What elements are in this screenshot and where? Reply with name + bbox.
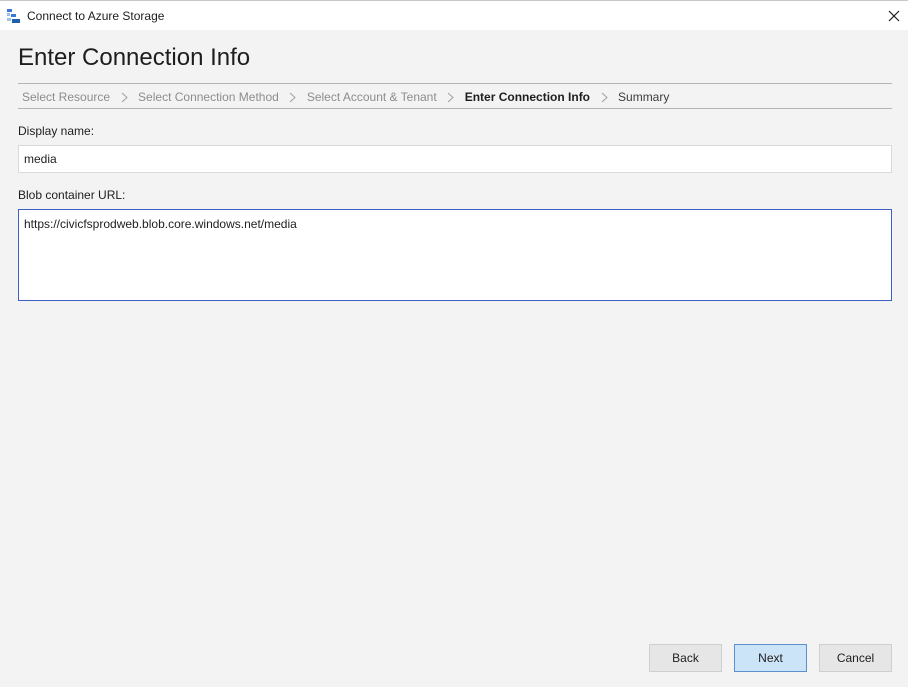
chevron-right-icon bbox=[279, 92, 307, 103]
blob-container-url-input[interactable]: https://civicfsprodweb.blob.core.windows… bbox=[18, 209, 892, 301]
close-button[interactable] bbox=[880, 1, 908, 30]
page-title: Enter Connection Info bbox=[18, 44, 251, 71]
display-name-label: Display name: bbox=[18, 124, 95, 138]
blob-container-url-label: Blob container URL: bbox=[18, 188, 126, 202]
azure-storage-explorer-icon bbox=[7, 9, 20, 23]
breadcrumb-step-select-account-tenant: Select Account & Tenant bbox=[306, 90, 437, 104]
breadcrumb-step-select-resource: Select Resource bbox=[22, 90, 111, 104]
chevron-right-icon bbox=[110, 92, 138, 103]
next-button[interactable]: Next bbox=[734, 644, 807, 672]
back-button[interactable]: Back bbox=[649, 644, 722, 672]
breadcrumb: Select Resource Select Connection Method… bbox=[22, 90, 669, 104]
chevron-right-icon bbox=[590, 92, 618, 103]
window-title: Connect to Azure Storage bbox=[27, 9, 165, 23]
chevron-right-icon bbox=[437, 92, 465, 103]
breadcrumb-step-enter-connection-info: Enter Connection Info bbox=[464, 90, 591, 104]
title-bar: Connect to Azure Storage bbox=[0, 0, 908, 30]
breadcrumb-step-select-connection-method: Select Connection Method bbox=[138, 90, 279, 104]
divider bbox=[18, 108, 892, 109]
close-icon bbox=[888, 10, 900, 21]
cancel-button[interactable]: Cancel bbox=[819, 644, 892, 672]
breadcrumb-step-summary: Summary bbox=[618, 90, 670, 104]
divider bbox=[18, 83, 892, 84]
display-name-input[interactable] bbox=[18, 145, 892, 173]
